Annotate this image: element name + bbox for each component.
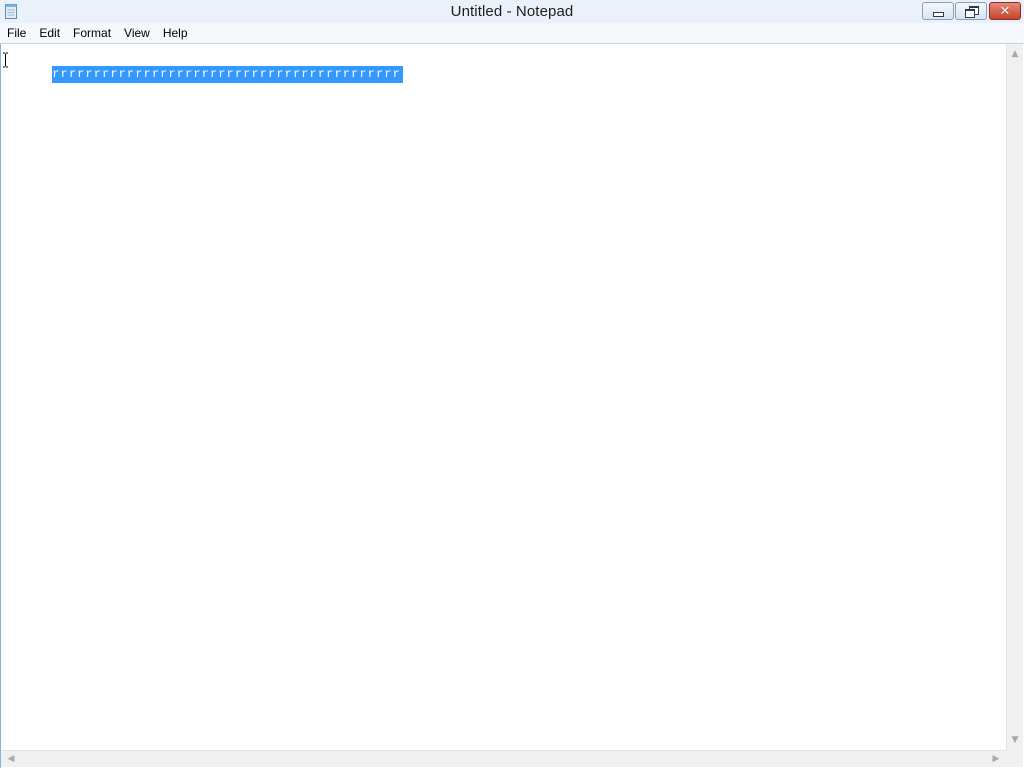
close-icon: ✕ — [999, 3, 1011, 19]
text-editor[interactable]: rrrrrrrrrrrrrrrrrrrrrrrrrrrrrrrrrrrrrrrr… — [0, 43, 1024, 768]
menu-help[interactable]: Help — [156, 23, 194, 43]
title-bar[interactable]: Untitled - Notepad ✕ — [0, 0, 1024, 24]
scroll-up-icon[interactable]: ▲ — [1007, 46, 1023, 62]
scroll-right-icon[interactable]: ▶ — [988, 751, 1004, 767]
scroll-down-icon[interactable]: ▼ — [1007, 732, 1023, 748]
selected-text[interactable]: rrrrrrrrrrrrrrrrrrrrrrrrrrrrrrrrrrrrrrrr… — [52, 66, 404, 83]
window-title: Untitled - Notepad — [450, 3, 574, 20]
menu-bar: File Edit Format View Help — [0, 23, 1024, 43]
menu-view[interactable]: View — [117, 23, 156, 43]
menu-file[interactable]: File — [0, 23, 32, 43]
vertical-scrollbar[interactable]: ▲ ▼ — [1006, 44, 1023, 750]
minimize-icon — [932, 11, 944, 17]
minimize-button[interactable] — [922, 2, 954, 20]
restore-button[interactable] — [955, 2, 987, 20]
restore-icon — [964, 5, 979, 18]
i-beam-cursor-icon — [3, 52, 8, 68]
size-grip[interactable] — [1006, 750, 1023, 767]
scroll-left-icon[interactable]: ◀ — [3, 751, 19, 767]
notepad-window: Untitled - Notepad ✕ File Edit Format Vi… — [0, 0, 1024, 768]
close-button[interactable]: ✕ — [989, 2, 1021, 20]
text-line[interactable]: rrrrrrrrrrrrrrrrrrrrrrrrrrrrrrrrrrrrrrrr… — [9, 49, 404, 83]
menu-edit[interactable]: Edit — [32, 23, 66, 43]
menu-format[interactable]: Format — [66, 23, 117, 43]
horizontal-scrollbar[interactable]: ◀ ▶ — [1, 750, 1006, 767]
